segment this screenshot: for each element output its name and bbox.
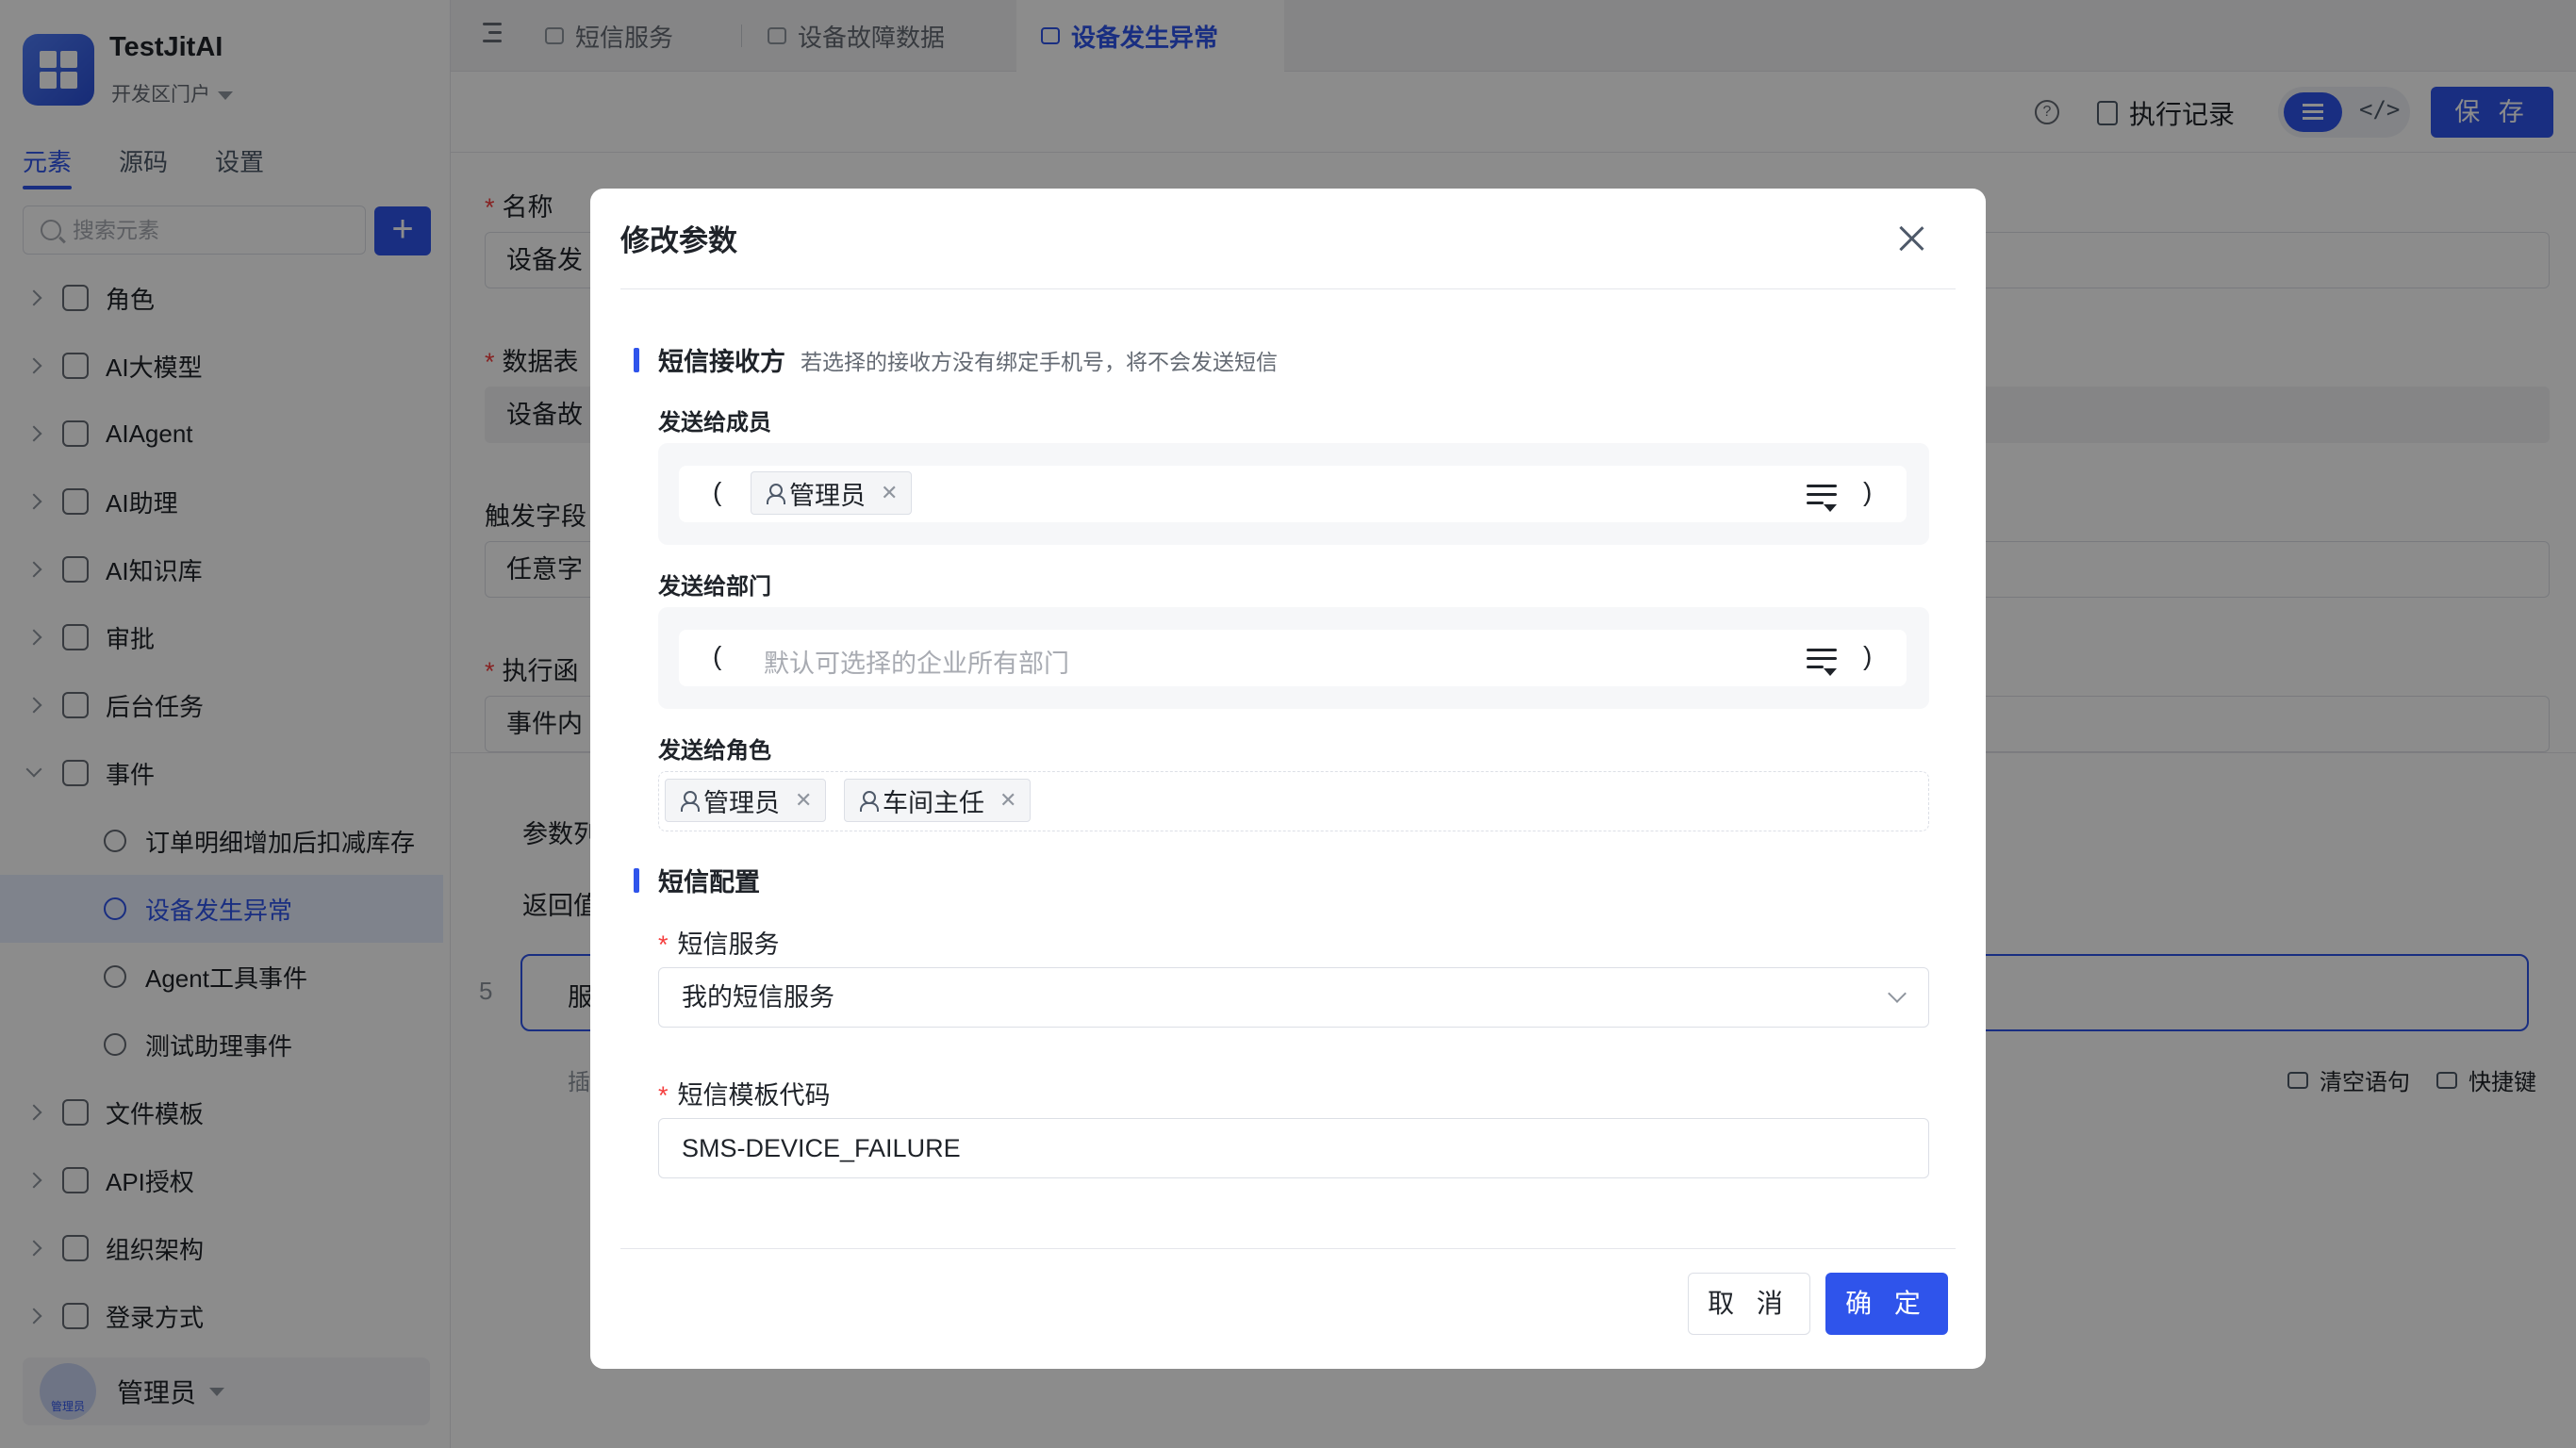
filter-icon[interactable] xyxy=(1807,485,1837,512)
user-icon xyxy=(767,484,785,504)
section-sms-recipients: 短信接收方 若选择的接收方没有绑定手机号，将不会发送短信 xyxy=(634,341,1278,378)
members-label: 发送给成员 xyxy=(658,410,771,436)
tag-label: 管理员 xyxy=(703,788,780,817)
tag-label: 车间主任 xyxy=(883,788,984,817)
remove-tag-icon[interactable]: ✕ xyxy=(795,788,812,813)
cancel-button[interactable]: 取 消 xyxy=(1688,1273,1810,1335)
dept-placeholder: 默认可选择的企业所有部门 xyxy=(764,650,1069,678)
dept-label: 发送给部门 xyxy=(658,574,771,600)
section-sms-config: 短信配置 xyxy=(634,862,760,898)
close-icon[interactable] xyxy=(1895,222,1927,255)
members-picker-wrap: ( 管理员 ✕ ) xyxy=(658,443,1929,545)
section-subtitle: 若选择的接收方没有绑定手机号，将不会发送短信 xyxy=(801,349,1278,374)
sms-service-label: * 短信服务 xyxy=(658,930,780,959)
remove-tag-icon[interactable]: ✕ xyxy=(999,788,1016,813)
filter-icon[interactable] xyxy=(1807,649,1837,676)
member-tag: 管理员 ✕ xyxy=(751,471,913,515)
paren-open: ( xyxy=(713,477,722,506)
modal-header-divider xyxy=(620,288,1956,289)
paren-close: ) xyxy=(1863,641,1873,670)
role-tag: 车间主任 ✕ xyxy=(844,779,1032,822)
dept-picker[interactable]: ( 默认可选择的企业所有部门 ) xyxy=(679,630,1907,686)
edit-params-modal: 修改参数 短信接收方 若选择的接收方没有绑定手机号，将不会发送短信 发送给成员 (… xyxy=(590,189,1986,1369)
paren-open: ( xyxy=(713,641,722,670)
paren-close: ) xyxy=(1863,477,1873,506)
remove-tag-icon[interactable]: ✕ xyxy=(881,481,898,505)
tag-label: 管理员 xyxy=(789,481,866,510)
modal-title: 修改参数 xyxy=(620,224,737,257)
role-tag: 管理员 ✕ xyxy=(665,779,827,822)
confirm-button[interactable]: 确 定 xyxy=(1825,1273,1948,1335)
chevron-down-icon xyxy=(1888,984,1907,1003)
roles-picker[interactable]: 管理员 ✕ 车间主任 ✕ xyxy=(658,771,1929,831)
roles-label: 发送给角色 xyxy=(658,738,771,764)
sms-service-select[interactable]: 我的短信服务 xyxy=(658,967,1929,1028)
modal-footer-divider xyxy=(620,1248,1956,1249)
template-code-label: * 短信模板代码 xyxy=(658,1081,831,1110)
user-icon xyxy=(681,791,700,812)
template-code-input[interactable] xyxy=(658,1118,1929,1178)
members-picker[interactable]: ( 管理员 ✕ ) xyxy=(679,466,1907,522)
user-icon xyxy=(860,791,879,812)
dept-picker-wrap: ( 默认可选择的企业所有部门 ) xyxy=(658,607,1929,709)
sms-service-value: 我的短信服务 xyxy=(682,983,834,1012)
